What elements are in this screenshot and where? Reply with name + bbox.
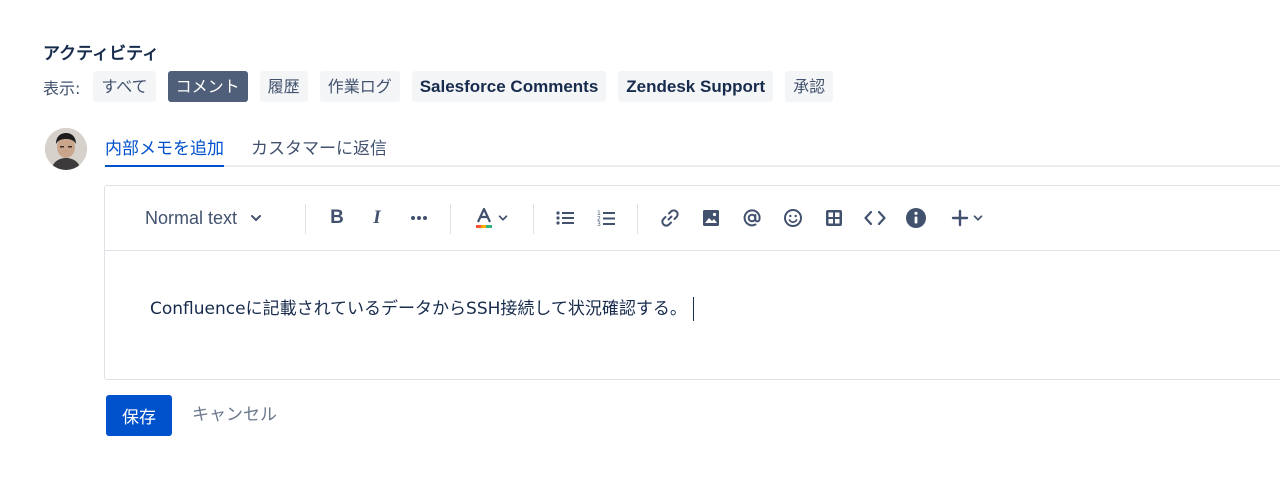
plus-icon (951, 209, 968, 227)
filter-all[interactable]: すべて (93, 71, 156, 102)
bullet-list-button[interactable] (555, 203, 575, 233)
filter-approvals[interactable]: 承認 (785, 71, 834, 102)
mention-icon (743, 209, 761, 227)
bullet-list-icon (556, 211, 574, 225)
text-style-label: Normal text (145, 207, 238, 228)
toolbar-divider (637, 204, 638, 234)
link-button[interactable] (658, 203, 682, 233)
link-icon (661, 209, 679, 227)
save-button[interactable]: 保存 (106, 395, 172, 436)
code-icon (864, 210, 886, 226)
image-button[interactable] (699, 203, 723, 233)
toolbar-divider (450, 204, 451, 234)
cancel-button[interactable]: キャンセル (192, 395, 277, 436)
chevron-down-icon (498, 215, 508, 221)
editor-content[interactable]: Confluenceに記載されているデータからSSH接続して状況確認する。 (150, 294, 694, 321)
comment-tabs: 内部メモを追加 カスタマーに返信 (105, 130, 1280, 167)
numbered-list-icon: 1 2 3 (597, 210, 615, 227)
filter-comments[interactable]: コメント (167, 71, 248, 102)
filter-label: 表示: (43, 78, 81, 98)
tab-reply-to-customer[interactable]: カスタマーに返信 (251, 134, 387, 165)
tab-internal-note[interactable]: 内部メモを追加 (105, 134, 224, 167)
text-color-button[interactable] (471, 203, 511, 233)
filter-worklog[interactable]: 作業ログ (319, 71, 400, 102)
more-formatting-icon (411, 216, 427, 220)
info-panel-icon (906, 208, 926, 228)
more-formatting-button[interactable] (408, 203, 430, 233)
activity-title: アクティビティ (43, 44, 160, 64)
text-color-icon (476, 207, 492, 228)
filter-salesforce-comments[interactable]: Salesforce Comments (411, 71, 607, 102)
filter-zendesk-support[interactable]: Zendesk Support (618, 71, 774, 102)
mention-button[interactable] (740, 203, 764, 233)
insert-more-button[interactable] (947, 203, 987, 233)
info-panel-button[interactable] (904, 203, 928, 233)
text-style-dropdown[interactable]: Normal text (145, 203, 263, 233)
filter-history[interactable]: 履歴 (259, 71, 308, 102)
chevron-down-icon (973, 215, 982, 221)
chevron-down-icon (251, 215, 262, 221)
emoji-button[interactable] (781, 203, 805, 233)
avatar[interactable] (45, 128, 87, 170)
user-photo-icon (45, 128, 87, 170)
toolbar-divider (533, 204, 534, 234)
italic-icon: I (373, 207, 381, 228)
image-icon (703, 210, 719, 226)
code-button[interactable] (863, 203, 887, 233)
toolbar-divider (305, 204, 306, 234)
emoji-icon (784, 209, 802, 227)
comment-editor: Normal text B I 1 2 3 Confluenceに記載されている… (104, 185, 1280, 380)
comment-text: Confluenceに記載されているデータからSSH接続して状況確認する。 (150, 299, 687, 319)
text-cursor (692, 297, 694, 321)
editor-toolbar: Normal text B I 1 2 3 (105, 186, 1280, 251)
bold-icon: B (330, 207, 344, 228)
numbered-list-button[interactable]: 1 2 3 (596, 203, 616, 233)
svg-text:3: 3 (597, 221, 601, 227)
bold-button[interactable]: B (327, 203, 347, 233)
italic-button[interactable]: I (367, 203, 387, 233)
table-button[interactable] (822, 203, 846, 233)
activity-filter-bar: 表示: すべて コメント 履歴 作業ログ Salesforce Comments… (43, 71, 845, 102)
table-icon (826, 210, 842, 226)
